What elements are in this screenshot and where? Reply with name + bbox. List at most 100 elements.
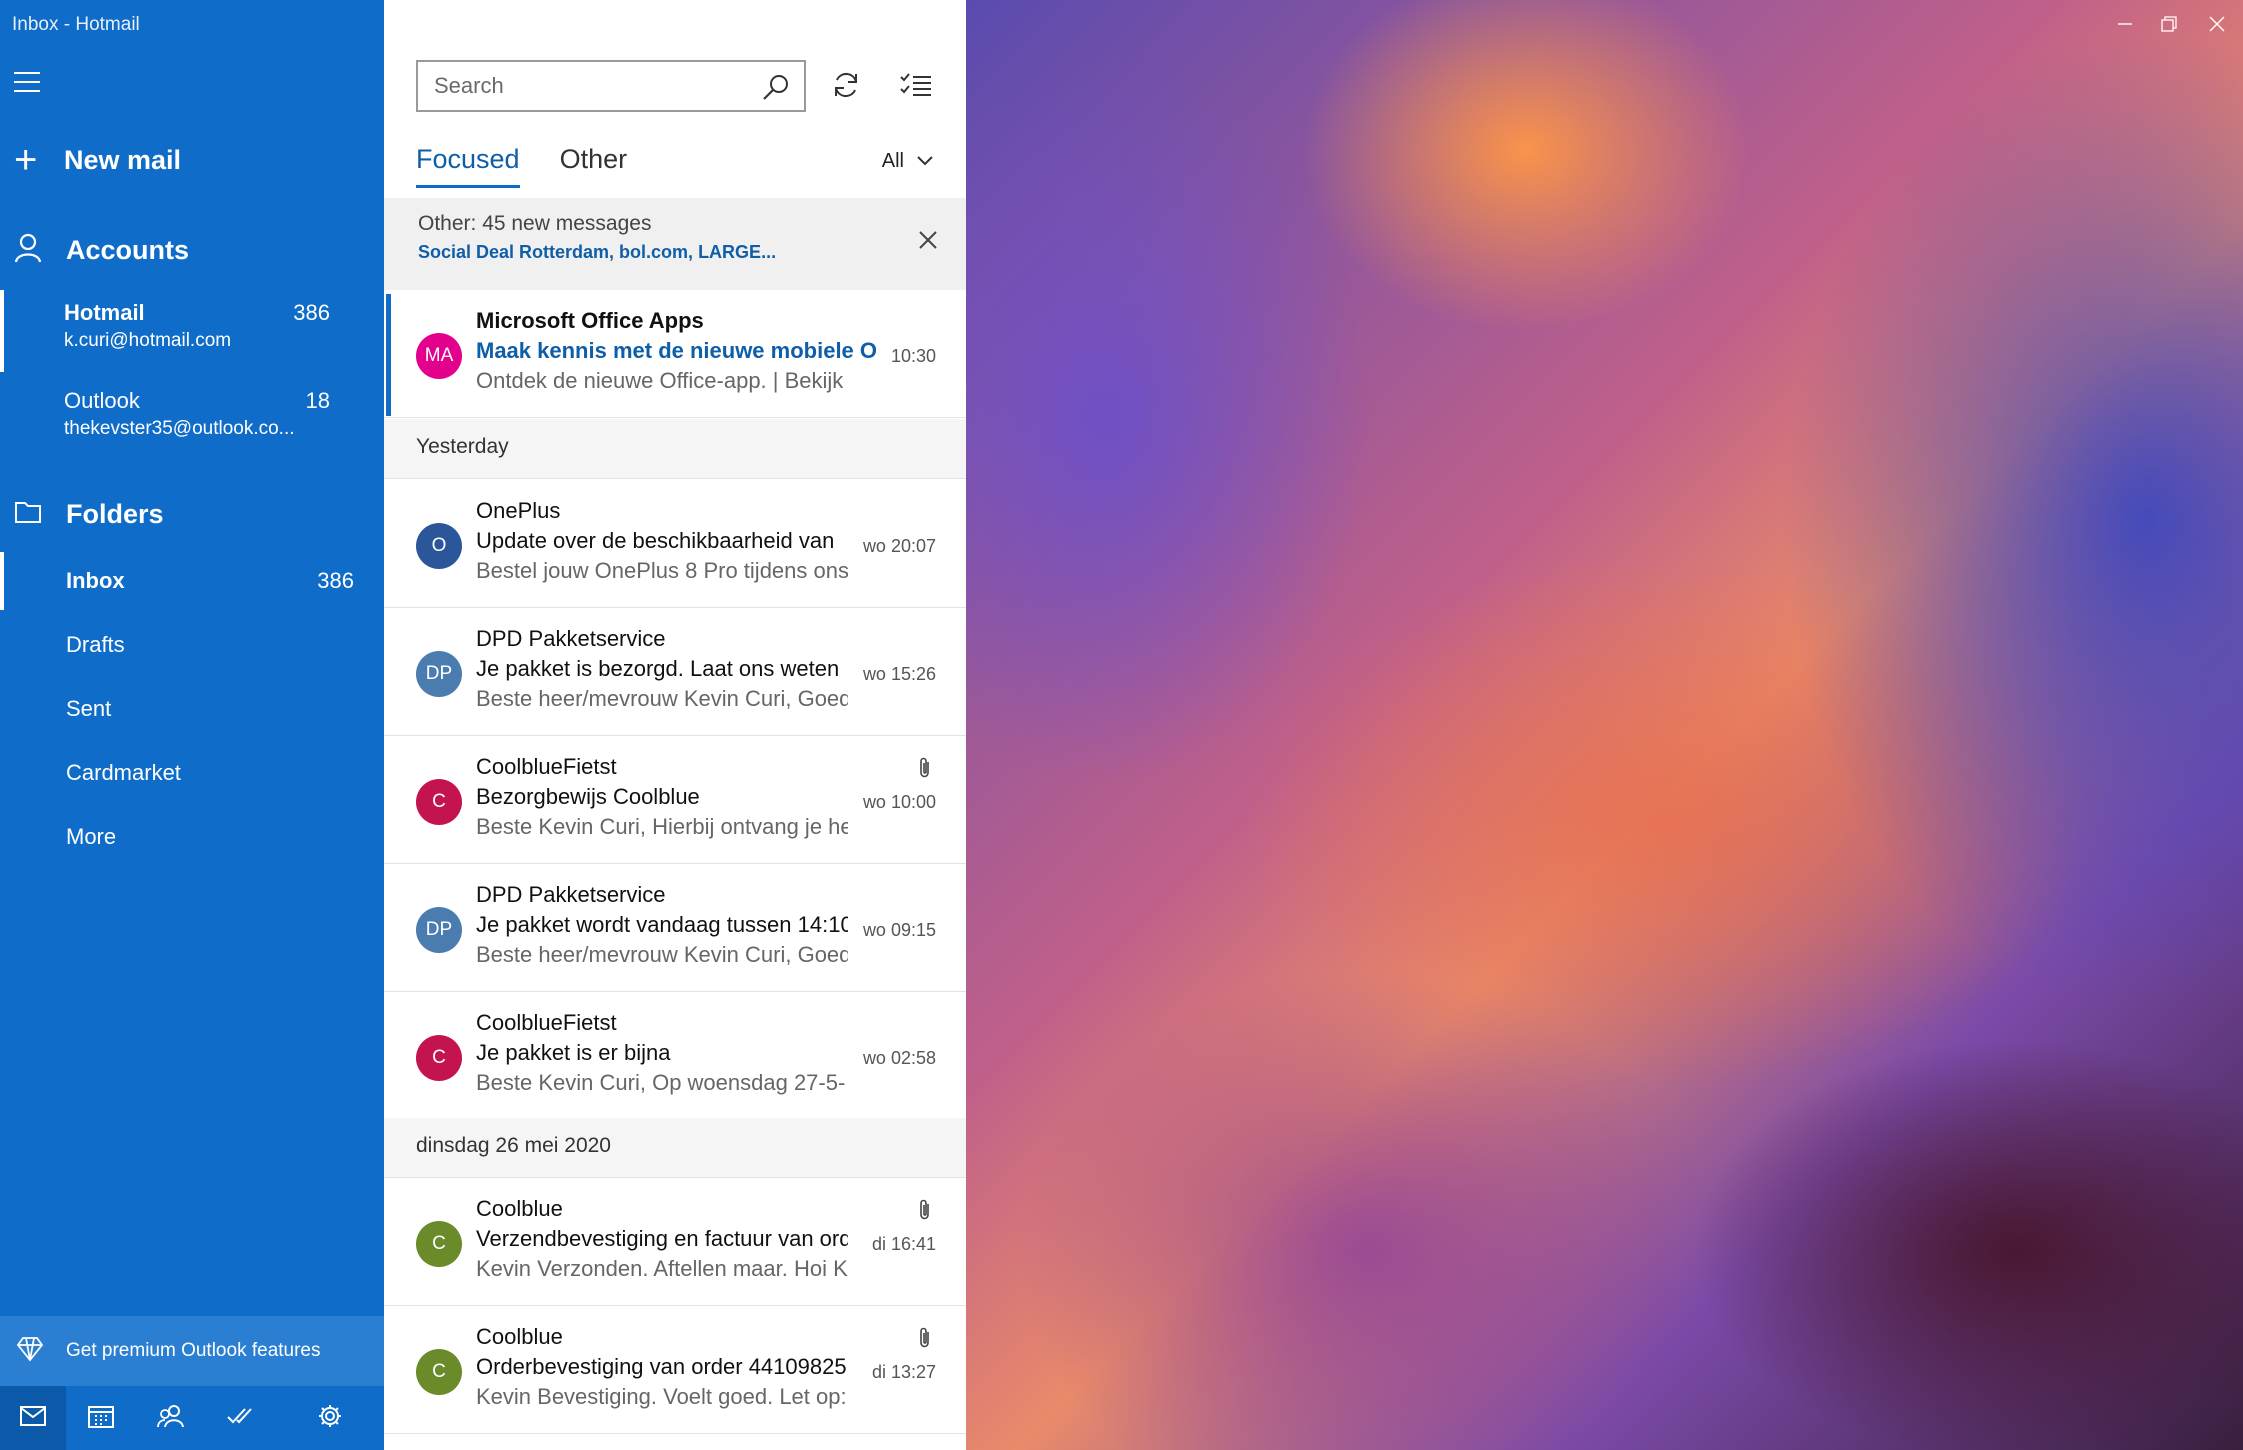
folder-label: More bbox=[66, 824, 117, 849]
filter-dropdown[interactable]: All bbox=[882, 150, 934, 173]
todo-nav-button[interactable] bbox=[206, 1386, 276, 1450]
message-subject: Je pakket is bezorgd. Laat ons weten bbox=[476, 656, 840, 681]
folders-header[interactable]: Folders bbox=[14, 492, 164, 536]
inbox-tabs: Focused Other bbox=[416, 144, 667, 188]
account-unread-count: 18 bbox=[305, 388, 330, 413]
message-preview: Beste Kevin Curi, Hierbij ontvang je het bbox=[476, 814, 848, 839]
message-item[interactable]: DP DPD Pakketservice Je pakket is bezorg… bbox=[384, 608, 966, 736]
mail-icon bbox=[20, 1405, 46, 1431]
message-sender: CoolblueFietst bbox=[476, 1010, 617, 1035]
other-banner-title: Other: 45 new messages bbox=[418, 212, 652, 235]
filter-label: All bbox=[881, 150, 904, 172]
message-subject: Verzendbevestiging en factuur van order bbox=[476, 1226, 848, 1251]
folder-label: Sent bbox=[66, 696, 112, 721]
message-preview: Ontdek de nieuwe Office-app. | Bekijk 'm bbox=[476, 368, 848, 393]
folder-label: Drafts bbox=[66, 632, 125, 657]
sidebar: Inbox - Hotmail + New mail Accounts Hotm… bbox=[0, 0, 384, 1450]
close-icon[interactable] bbox=[918, 230, 938, 255]
folder-unread-count: 386 bbox=[317, 568, 354, 593]
sender-avatar: C bbox=[416, 779, 462, 825]
folder-item-more[interactable]: More bbox=[0, 808, 384, 866]
message-time: 10:30 bbox=[890, 346, 936, 366]
message-item[interactable]: O OnePlus Update over de beschikbaarheid… bbox=[384, 480, 966, 608]
message-item[interactable]: C CoolblueFietst Je pakket is er bijna B… bbox=[384, 992, 966, 1120]
new-mail-button[interactable]: + New mail bbox=[14, 138, 181, 182]
folders-label: Folders bbox=[66, 498, 164, 529]
folder-item-drafts[interactable]: Drafts bbox=[0, 616, 384, 674]
search-input[interactable] bbox=[434, 73, 754, 99]
restore-button[interactable] bbox=[2144, 10, 2194, 42]
people-icon bbox=[157, 1404, 185, 1433]
settings-nav-button[interactable] bbox=[276, 1386, 384, 1450]
search-icon[interactable] bbox=[762, 73, 790, 106]
message-preview: Beste heer/mevrouw Kevin Curi, Goed bbox=[476, 942, 848, 967]
minimize-button[interactable] bbox=[2100, 10, 2150, 42]
calendar-nav-button[interactable] bbox=[66, 1386, 136, 1450]
message-item[interactable]: MA Microsoft Office Apps Maak kennis met… bbox=[384, 290, 966, 418]
premium-features-button[interactable]: Get premium Outlook features bbox=[0, 1316, 384, 1386]
calendar-icon bbox=[88, 1404, 114, 1433]
other-inbox-banner[interactable]: Other: 45 new messages Social Deal Rotte… bbox=[384, 198, 966, 290]
sender-avatar: DP bbox=[416, 651, 462, 697]
other-banner-senders: Social Deal Rotterdam, bol.com, LARGE... bbox=[418, 242, 777, 262]
account-name: Outlook bbox=[64, 388, 140, 413]
sender-avatar: C bbox=[416, 1035, 462, 1081]
account-item-hotmail[interactable]: Hotmail k.curi@hotmail.com 386 bbox=[0, 290, 384, 372]
message-sender: Coolblue bbox=[476, 1324, 563, 1349]
sender-avatar: O bbox=[416, 523, 462, 569]
message-subject: Bezorgbewijs Coolblue bbox=[476, 784, 700, 809]
message-sender: Microsoft Office Apps bbox=[476, 308, 704, 333]
message-preview: Bestel jouw OnePlus 8 Pro tijdens ons bbox=[476, 558, 848, 583]
message-time: di 13:27 bbox=[871, 1362, 936, 1382]
attachment-icon bbox=[918, 756, 932, 785]
close-window-button[interactable] bbox=[2192, 10, 2242, 42]
message-list-pane: Focused Other All Other: 45 new messages… bbox=[384, 0, 966, 1450]
message-subject: Orderbevestiging van order 44109825 bbox=[476, 1354, 847, 1379]
message-time: wo 10:00 bbox=[862, 792, 936, 812]
message-time: wo 09:15 bbox=[862, 920, 936, 940]
accounts-header[interactable]: Accounts bbox=[14, 228, 189, 272]
folder-item-cardmarket[interactable]: Cardmarket bbox=[0, 744, 384, 802]
sender-avatar: C bbox=[416, 1221, 462, 1267]
restore-icon bbox=[2161, 15, 2177, 37]
hamburger-menu-button[interactable] bbox=[14, 72, 44, 96]
message-item[interactable]: C CoolblueFietst Bezorgbewijs Coolblue B… bbox=[384, 736, 966, 864]
close-icon bbox=[2209, 16, 2225, 37]
message-preview: Beste heer/mevrouw Kevin Curi, Goed bbox=[476, 686, 848, 711]
message-sender: DPD Pakketservice bbox=[476, 626, 666, 651]
message-preview: Kevin Bevestiging. Voelt goed. Let op: bbox=[476, 1384, 847, 1409]
tab-focused[interactable]: Focused bbox=[416, 144, 520, 188]
plus-icon: + bbox=[14, 138, 38, 182]
minimize-icon bbox=[2117, 16, 2133, 37]
sender-avatar: C bbox=[416, 1349, 462, 1395]
gear-icon bbox=[317, 1403, 343, 1434]
mail-nav-button[interactable] bbox=[0, 1386, 66, 1450]
message-item[interactable]: C Coolblue Orderbevestiging van order 44… bbox=[384, 1306, 966, 1434]
folder-item-sent[interactable]: Sent bbox=[0, 680, 384, 738]
bottom-nav bbox=[0, 1386, 384, 1450]
message-preview: Kevin Verzonden. Aftellen maar. Hoi Kevi… bbox=[476, 1256, 848, 1281]
people-nav-button[interactable] bbox=[136, 1386, 206, 1450]
premium-label: Get premium Outlook features bbox=[66, 1340, 321, 1361]
folder-item-inbox[interactable]: Inbox 386 bbox=[0, 552, 384, 610]
account-item-outlook[interactable]: Outlook thekevster35@outlook.co... 18 bbox=[0, 378, 384, 460]
search-box[interactable] bbox=[416, 60, 806, 112]
selection-mode-button[interactable] bbox=[896, 68, 936, 106]
double-check-icon bbox=[227, 1406, 255, 1431]
message-item[interactable]: C Coolblue Verzendbevestiging en factuur… bbox=[384, 1178, 966, 1306]
person-icon bbox=[14, 233, 66, 268]
message-time: wo 15:26 bbox=[862, 664, 936, 684]
sender-avatar: MA bbox=[416, 333, 462, 379]
chevron-down-icon bbox=[904, 150, 934, 173]
message-subject: Je pakket is er bijna bbox=[476, 1040, 671, 1065]
message-time: wo 02:58 bbox=[862, 1048, 936, 1068]
message-item[interactable]: DP DPD Pakketservice Je pakket wordt van… bbox=[384, 864, 966, 992]
attachment-icon bbox=[918, 1326, 932, 1355]
message-time: wo 20:07 bbox=[862, 536, 936, 556]
folder-icon bbox=[14, 500, 66, 529]
tab-other[interactable]: Other bbox=[560, 144, 628, 188]
accounts-label: Accounts bbox=[66, 234, 190, 265]
sync-button[interactable] bbox=[826, 68, 866, 106]
message-preview: Beste Kevin Curi, Op woensdag 27-5- bbox=[476, 1070, 846, 1095]
account-unread-count: 386 bbox=[293, 300, 330, 325]
